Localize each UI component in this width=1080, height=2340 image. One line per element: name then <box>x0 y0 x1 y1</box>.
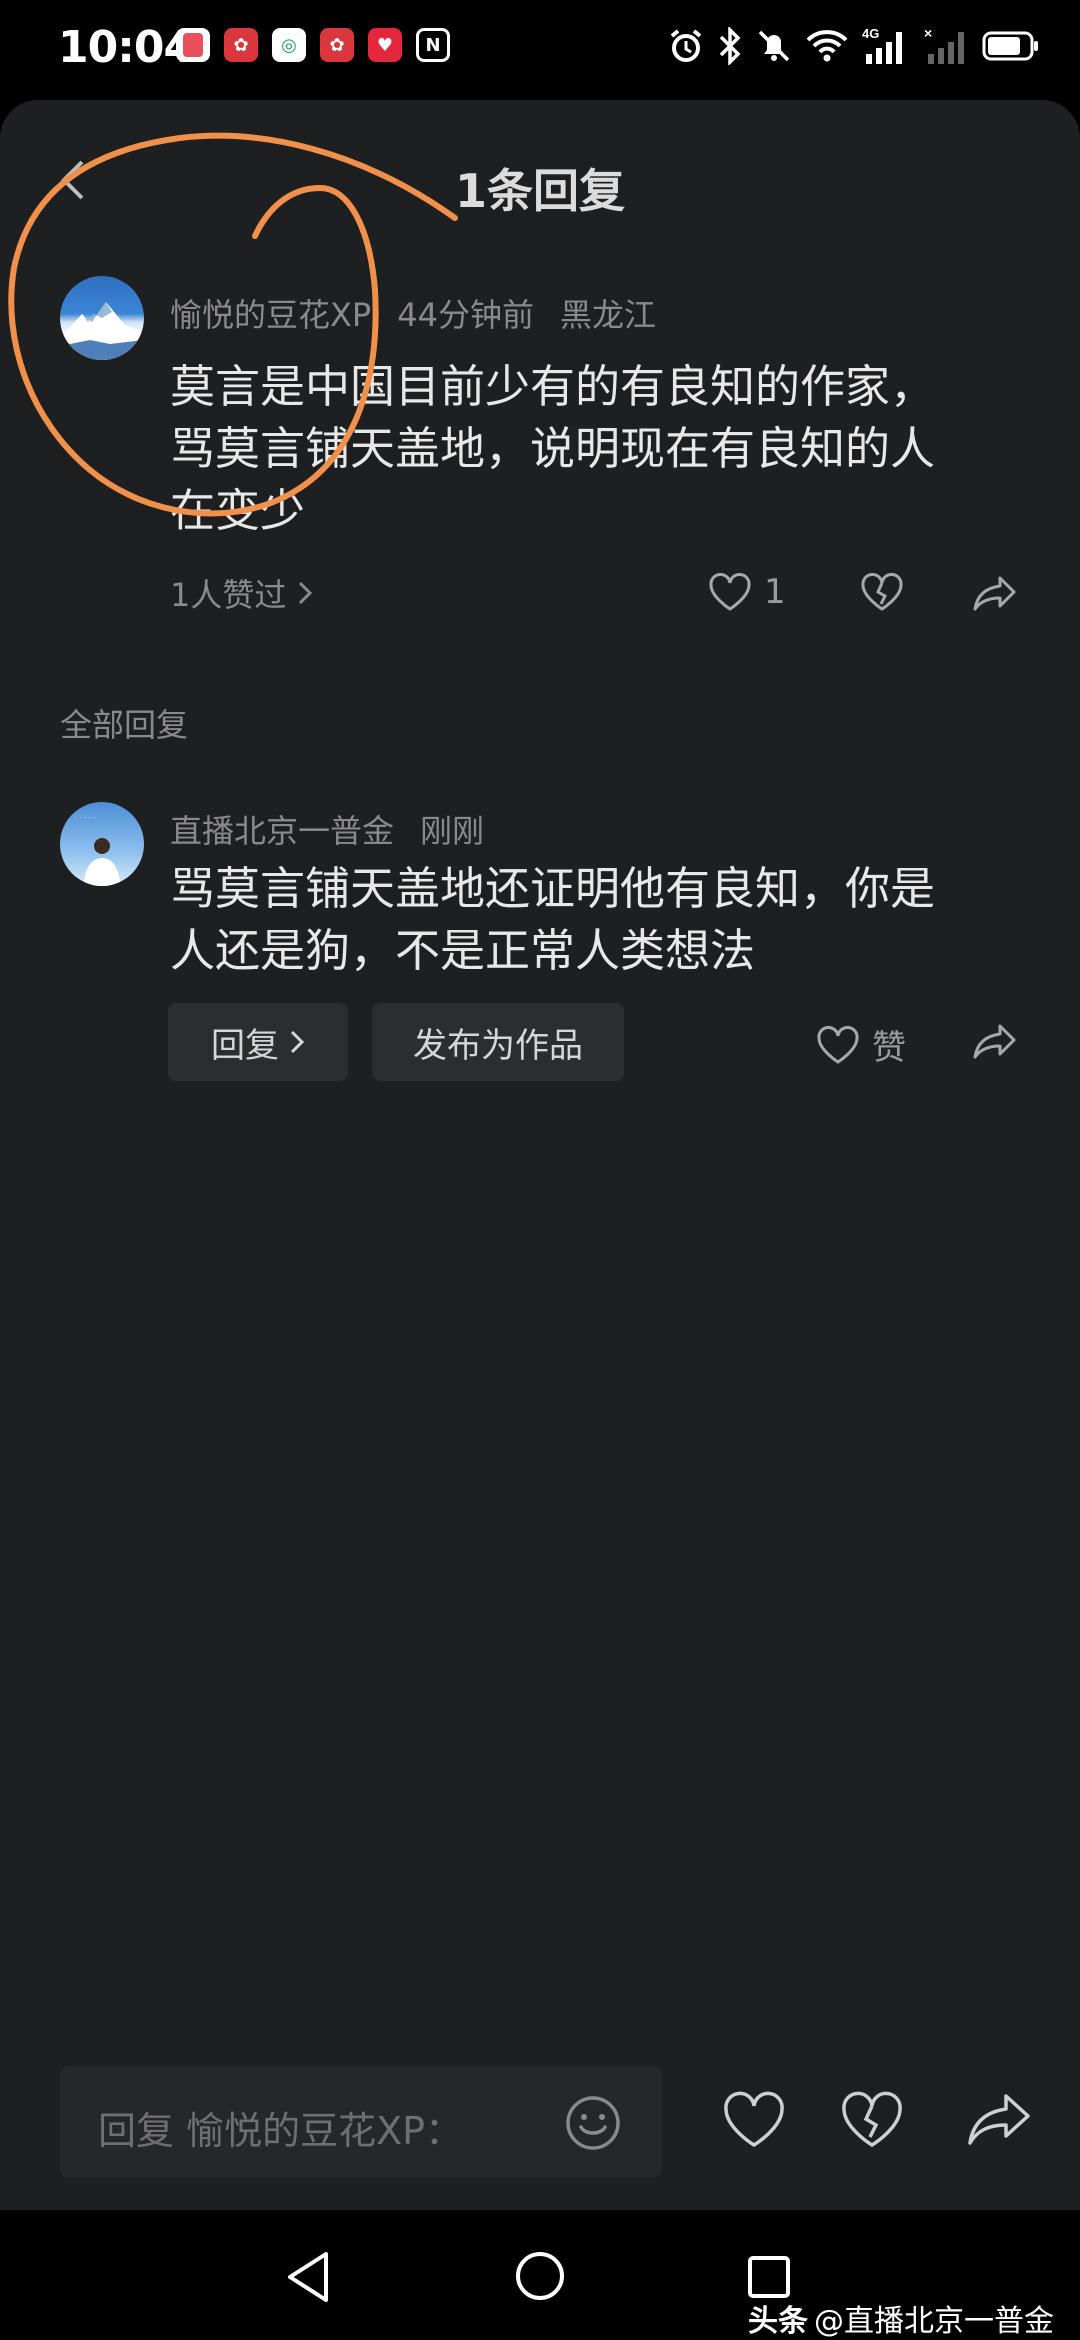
reply-author[interactable]: 直播北京一普金 <box>170 812 394 850</box>
app-icon-red <box>176 28 210 62</box>
svg-text:×: × <box>924 26 932 41</box>
bottom-dislike-button[interactable] <box>840 2090 904 2154</box>
reply-button-label: 回复 <box>211 1025 279 1066</box>
nav-home-button[interactable] <box>514 2250 566 2306</box>
reply-meta: 直播北京一普金 刚刚 <box>170 806 510 852</box>
bluetooth-icon <box>718 26 742 66</box>
chevron-right-icon <box>290 1030 305 1054</box>
comment-text: 莫言是中国目前少有的有良知的作家， 骂莫言铺天盖地，说明现在有良知的人 在变少 <box>170 356 935 542</box>
reply-time: 刚刚 <box>420 812 485 850</box>
emoji-icon <box>566 2096 620 2150</box>
comment-location: 黑龙江 <box>559 296 656 334</box>
huawei-icon: ✿ <box>320 28 354 62</box>
wifi-icon <box>806 26 848 66</box>
comment-author[interactable]: 愉悦的豆花XP <box>170 296 371 334</box>
share-arrow-icon <box>973 576 1016 611</box>
triangle-back-icon <box>288 2252 328 2302</box>
nfc-icon: N <box>416 28 450 62</box>
square-recents-icon <box>748 2256 790 2298</box>
mountain-avatar-image <box>60 302 144 360</box>
svg-text:· · · · ·: · · · · · <box>74 813 96 822</box>
likes-summary-link[interactable]: 1人赞过 <box>170 570 314 616</box>
status-bar: 10:04 ✿ ◎ ✿ ♥ N 4G × <box>0 0 1080 100</box>
share-arrow-icon <box>973 1024 1016 1059</box>
watermark-handle: @直播北京一普金 <box>814 2304 1054 2339</box>
nav-back-button[interactable] <box>284 2250 334 2308</box>
reply-button[interactable]: 回复 <box>168 1003 348 1081</box>
huawei-icon: ✿ <box>224 28 258 62</box>
comment-line: 骂莫言铺天盖地，说明现在有良知的人 <box>170 422 936 475</box>
comment-line: 莫言是中国目前少有的有良知的作家， <box>170 360 936 413</box>
share-arrow-icon <box>968 2094 1030 2145</box>
avatar[interactable] <box>60 276 144 360</box>
reply-like-label: 赞 <box>872 1028 906 1068</box>
status-app-icons: ✿ ◎ ✿ ♥ N <box>176 28 450 62</box>
publish-as-work-button[interactable]: 发布为作品 <box>372 1003 624 1081</box>
reply-share-button[interactable] <box>972 1022 1018 1060</box>
avatar[interactable]: · · · · · <box>60 802 144 886</box>
status-time: 10:04 <box>58 22 194 73</box>
bottom-like-button[interactable] <box>722 2090 786 2154</box>
page-title: 1条回复 <box>454 164 625 218</box>
dislike-button[interactable] <box>860 572 904 612</box>
circle-home-icon <box>516 2252 564 2300</box>
publish-button-label: 发布为作品 <box>413 1025 583 1066</box>
watermark: 头条 @直播北京一普金 <box>748 2296 1054 2340</box>
likes-summary-text: 1人赞过 <box>170 576 287 614</box>
status-right-icons: 4G × <box>668 26 1040 66</box>
broken-heart-icon <box>861 573 903 611</box>
reply-like-button[interactable]: 赞 <box>816 1020 906 1069</box>
comment-meta: 愉悦的豆花XP 44分钟前 黑龙江 <box>170 290 682 336</box>
like-button[interactable]: 1 <box>708 572 786 612</box>
comment-line: 在变少 <box>170 484 306 537</box>
section-label-all-replies: 全部回复 <box>60 706 189 744</box>
no-signal-icon: × <box>924 26 968 66</box>
bottom-share-button[interactable] <box>966 2092 1032 2152</box>
heart-app-icon: ♥ <box>368 28 402 62</box>
comment-time: 44分钟前 <box>397 296 534 334</box>
4g-signal-icon: 4G <box>862 26 910 66</box>
alarm-icon <box>668 26 704 66</box>
person-avatar-image: · · · · · <box>74 813 120 886</box>
broken-heart-icon <box>842 2091 902 2148</box>
chevron-right-icon <box>299 581 313 605</box>
watermark-brand: 头条 <box>748 2304 808 2339</box>
mute-icon <box>756 26 792 66</box>
svg-text:4G: 4G <box>862 26 879 41</box>
like-count: 1 <box>764 572 786 612</box>
battery-icon <box>982 26 1040 66</box>
heart-icon <box>709 573 751 611</box>
reply-input-placeholder: 回复 愉悦的豆花XP： <box>98 2109 464 2153</box>
reply-text: 骂莫言铺天盖地还证明他有良知，你是 人还是狗，不是正常人类想法 <box>170 858 935 982</box>
share-button[interactable] <box>972 574 1018 612</box>
reply-input[interactable]: 回复 愉悦的豆花XP： <box>60 2066 662 2178</box>
china-mobile-icon: ◎ <box>272 28 306 62</box>
reply-line: 骂莫言铺天盖地还证明他有良知，你是 <box>170 862 936 915</box>
heart-icon <box>817 1025 859 1064</box>
emoji-button[interactable] <box>564 2094 622 2156</box>
reply-line: 人还是狗，不是正常人类想法 <box>170 924 756 977</box>
heart-icon <box>724 2091 784 2148</box>
